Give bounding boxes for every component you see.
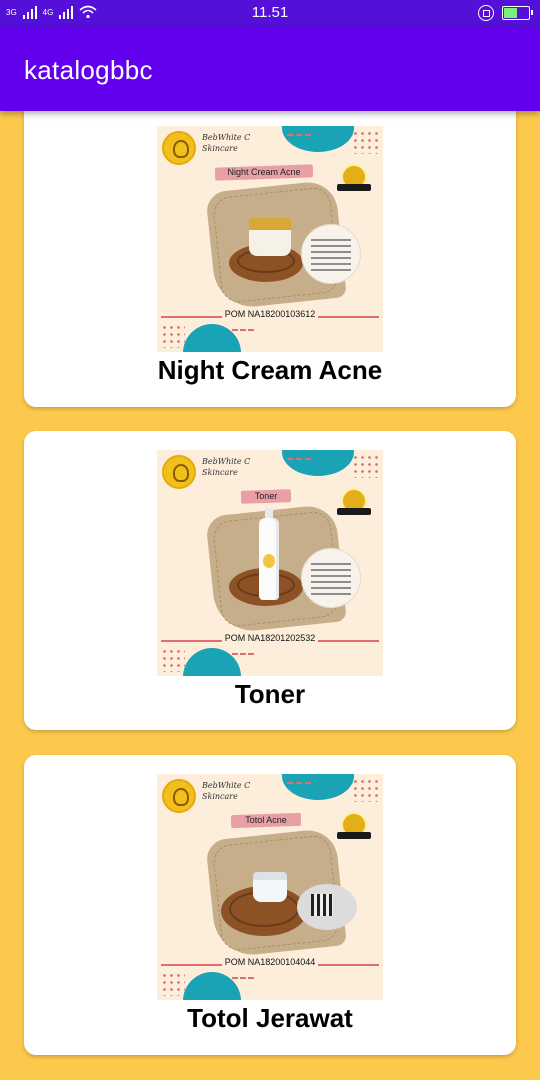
cream-jar-icon bbox=[249, 218, 291, 256]
app-title: katalogbbc bbox=[24, 55, 153, 85]
brand-name: BebWhite C Skincare bbox=[202, 133, 251, 153]
status-time: 11.51 bbox=[251, 4, 289, 21]
toner-bottle-icon bbox=[259, 508, 279, 600]
award-badge-icon bbox=[337, 164, 371, 191]
award-badge-icon bbox=[337, 812, 371, 839]
product-ribbon: Totol Acne bbox=[245, 815, 287, 825]
brand-logo-icon bbox=[162, 455, 196, 489]
product-name: Night Cream Acne bbox=[157, 355, 383, 385]
brand-name: BebWhite C Skincare bbox=[202, 457, 251, 477]
product-card[interactable]: BebWhite C Skincare Night Cream Acne POM … bbox=[24, 97, 516, 407]
qr-code-icon bbox=[297, 884, 357, 930]
product-name: Totol Jerawat bbox=[187, 1003, 353, 1033]
rotation-lock-icon bbox=[478, 5, 494, 21]
app-bar: katalogbbc bbox=[0, 27, 540, 111]
product-image: BebWhite C Skincare Night Cream Acne POM … bbox=[157, 126, 383, 352]
ingredients-circle bbox=[301, 548, 361, 608]
brand-logo-icon bbox=[162, 779, 196, 813]
brand-logo-icon bbox=[162, 131, 196, 165]
brand-name: BebWhite C Skincare bbox=[202, 781, 251, 801]
status-bar: 3G 4G 11.51 bbox=[0, 0, 540, 27]
product-image: BebWhite C Skincare Totol Acne POM NA1820… bbox=[157, 774, 383, 1000]
product-card[interactable]: BebWhite C Skincare Toner POM NA182012025… bbox=[24, 431, 516, 730]
status-right-icons bbox=[478, 5, 533, 21]
product-name: Toner bbox=[234, 679, 306, 709]
product-card[interactable]: BebWhite C Skincare Totol Acne POM NA1820… bbox=[24, 755, 516, 1055]
product-ribbon: Toner bbox=[254, 491, 278, 501]
pom-number: POM NA18200104044 bbox=[221, 957, 319, 967]
product-ribbon: Night Cream Acne bbox=[227, 167, 301, 177]
product-image: BebWhite C Skincare Toner POM NA182012025… bbox=[157, 450, 383, 676]
award-badge-icon bbox=[337, 488, 371, 515]
pom-number: POM NA18201202532 bbox=[221, 633, 319, 643]
pom-number: POM NA18200103612 bbox=[221, 309, 319, 319]
acne-spot-jar-icon bbox=[253, 872, 287, 902]
ingredients-circle bbox=[301, 224, 361, 284]
battery-icon bbox=[502, 6, 533, 20]
